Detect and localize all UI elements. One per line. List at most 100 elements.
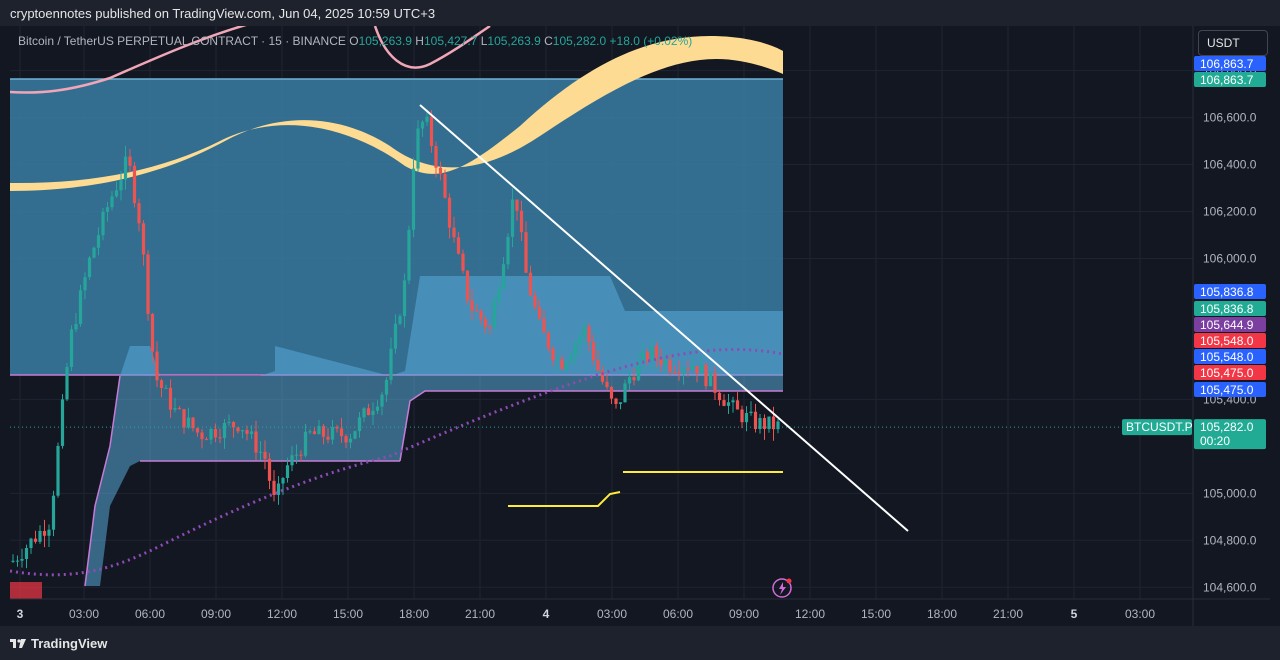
chart-area[interactable]: 106,800.0106,600.0106,400.0106,200.0106,…: [10, 26, 1270, 626]
candle-body: [254, 431, 258, 453]
candle-body: [740, 409, 744, 423]
low-value: 105,263.9: [487, 34, 541, 48]
symbol-legend: Bitcoin / TetherUS PERPETUAL CONTRACT · …: [18, 34, 692, 48]
candle-body: [263, 451, 267, 459]
candle-body: [407, 229, 411, 281]
candle-body: [281, 478, 285, 484]
candle-body: [483, 319, 488, 328]
candle-body: [704, 364, 708, 387]
tradingview-logo[interactable]: TradingView: [10, 636, 107, 651]
candle-body: [501, 264, 506, 290]
candle-body: [33, 538, 38, 542]
candle-body: [366, 408, 371, 415]
candle-body: [83, 277, 87, 291]
candle-body: [272, 480, 276, 495]
candle-body: [51, 495, 56, 530]
last-price-value: 105,282.0: [1200, 420, 1254, 434]
candle-body: [686, 368, 690, 370]
candle-body: [443, 174, 447, 198]
candle-body: [357, 417, 362, 432]
candle-body: [294, 454, 299, 456]
price-tag-value: 105,836.8: [1200, 285, 1254, 299]
candle-body: [258, 451, 263, 453]
candle-body: [245, 430, 249, 434]
close-label: C: [544, 34, 553, 48]
time-axis-label: 09:00: [201, 607, 231, 621]
candle-body: [573, 343, 578, 356]
currency-button[interactable]: USDT: [1198, 30, 1268, 56]
countdown-value: 00:20: [1200, 434, 1230, 448]
candle-body: [78, 290, 83, 324]
candle-body: [627, 377, 632, 384]
candle-body: [609, 387, 614, 399]
candle-body: [24, 548, 29, 560]
candle-body: [213, 429, 218, 438]
brand-name: TradingView: [31, 636, 108, 651]
candle-body: [47, 529, 51, 536]
candle-body: [141, 223, 146, 255]
candle-body: [699, 364, 704, 374]
price-tag: 105,836.8: [1194, 301, 1266, 316]
candle-body: [461, 253, 465, 271]
price-tag: 105,548.0: [1194, 333, 1266, 348]
price-tag-value: 105,475.0: [1200, 366, 1254, 380]
candle-body: [690, 366, 695, 370]
candle-body: [168, 387, 173, 410]
candle-body: [137, 203, 141, 224]
candle-body: [308, 431, 312, 433]
footer-bar: TradingView: [0, 626, 1280, 660]
time-axis-label: 06:00: [135, 607, 165, 621]
candle-body: [398, 316, 402, 324]
candle-body: [312, 431, 317, 435]
candle-body: [74, 323, 78, 330]
price-axis-label: 105,000.0: [1203, 486, 1257, 500]
yellow-step: [508, 491, 621, 507]
candle-body: [353, 431, 357, 439]
time-axis-label: 12:00: [795, 607, 825, 621]
price-tag-value: 105,548.0: [1200, 350, 1254, 364]
candle-body: [582, 326, 587, 337]
price-tag-value: 106,863.7: [1200, 73, 1254, 87]
price-tag: 105,475.0: [1194, 382, 1266, 397]
candle-body: [614, 398, 618, 404]
candle-body: [119, 179, 123, 191]
price-tag-value: 105,548.0: [1200, 334, 1254, 348]
candle-body: [456, 237, 461, 254]
candle-body: [623, 383, 627, 403]
price-chart[interactable]: 106,800.0106,600.0106,400.0106,200.0106,…: [10, 26, 1270, 626]
time-axis-label: 21:00: [993, 607, 1023, 621]
candle-body: [132, 165, 137, 204]
candle-body: [555, 359, 560, 361]
red-block: [10, 582, 42, 599]
candle-body: [204, 439, 209, 441]
candle-body: [344, 436, 348, 443]
price-tag: 105,644.9: [1194, 317, 1266, 332]
price-axis-label: 104,800.0: [1203, 533, 1257, 547]
time-axis-label: 18:00: [399, 607, 429, 621]
candle-body: [96, 235, 101, 248]
candle-body: [123, 156, 128, 180]
candle-body: [146, 254, 150, 314]
candle-body: [159, 380, 164, 388]
candle-body: [380, 394, 384, 407]
time-axis-label: 15:00: [861, 607, 891, 621]
price-tag: 105,836.8: [1194, 284, 1266, 299]
time-axis-label: 21:00: [465, 607, 495, 621]
candle-body: [654, 345, 659, 358]
candle-body: [776, 421, 780, 430]
candle-body: [128, 156, 132, 166]
candle-body: [267, 458, 272, 481]
high-label: H: [415, 34, 424, 48]
candle-body: [510, 199, 515, 237]
candle-body: [605, 381, 609, 388]
lightning-icon-bolt: [779, 582, 786, 595]
candle-body: [164, 387, 168, 389]
time-axis-label: 06:00: [663, 607, 693, 621]
candle-body: [402, 280, 407, 317]
candle-body: [330, 426, 335, 440]
candle-body: [303, 431, 308, 456]
price-axis-label: 106,400.0: [1203, 158, 1257, 172]
candle-body: [528, 272, 533, 296]
candle-body: [200, 432, 204, 440]
price-axis-label: 106,600.0: [1203, 111, 1257, 125]
